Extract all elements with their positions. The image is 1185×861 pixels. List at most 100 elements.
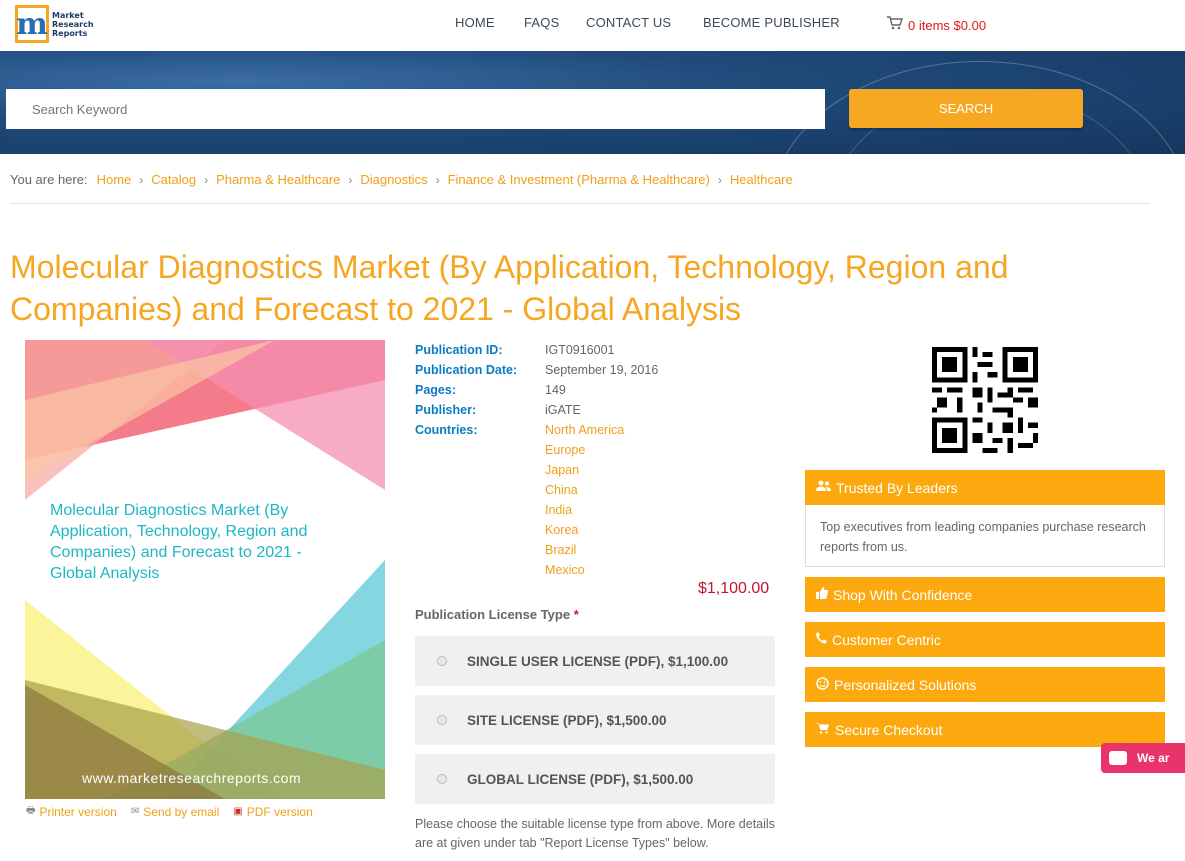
phone-icon [816, 632, 827, 647]
breadcrumb: You are here: Home › Catalog › Pharma & … [10, 172, 793, 187]
license-radio[interactable] [437, 656, 447, 666]
report-meta: Publication ID: IGT0916001 Publication D… [415, 343, 658, 583]
meta-publication-date: Publication Date: September 19, 2016 [415, 363, 658, 383]
panel-label: Trusted By Leaders [836, 479, 958, 496]
breadcrumb-healthcare[interactable]: Healthcare [730, 172, 793, 187]
report-actions: 🖶 Printer version ✉ Send by email ▣ PDF … [26, 803, 327, 820]
send-by-email-link[interactable]: ✉ Send by email [131, 803, 219, 820]
cart-icon [887, 16, 903, 34]
country-link[interactable]: Korea [545, 523, 624, 543]
meta-label: Publication ID: [415, 343, 503, 357]
meta-publisher: Publisher: iGATE [415, 403, 658, 423]
panel-customer-centric[interactable]: Customer Centric [805, 622, 1165, 657]
chevron-right-icon: › [435, 172, 440, 187]
license-radio[interactable] [437, 774, 447, 784]
chat-bubble-icon [1109, 751, 1127, 765]
trusted-by-leaders-body: Top executives from leading companies pu… [805, 505, 1165, 567]
breadcrumb-finance-investment[interactable]: Finance & Investment (Pharma & Healthcar… [448, 172, 710, 187]
thumbs-up-icon [816, 587, 829, 602]
breadcrumb-divider [10, 203, 1150, 204]
search-input[interactable] [6, 89, 825, 129]
cart-icon [816, 722, 830, 737]
printer-version-label: Printer version [39, 804, 117, 819]
pdf-icon: ▣ [233, 806, 243, 817]
license-option-site[interactable]: SITE LICENSE (PDF), $1,500.00 [415, 695, 775, 745]
license-option-global[interactable]: GLOBAL LICENSE (PDF), $1,500.00 [415, 754, 775, 804]
send-by-email-label: Send by email [143, 804, 220, 819]
site-logo[interactable]: m Market Research Reports [15, 4, 97, 44]
license-type-label: Publication License Type * [415, 607, 579, 622]
breadcrumb-prefix: You are here: [10, 172, 88, 187]
breadcrumb-catalog[interactable]: Catalog [151, 172, 196, 187]
meta-pages: Pages: 149 [415, 383, 658, 403]
nav-become-publisher[interactable]: BECOME PUBLISHER [703, 15, 840, 30]
meta-label: Pages: [415, 383, 456, 397]
breadcrumb-diagnostics[interactable]: Diagnostics [360, 172, 427, 187]
qr-code-graphic [932, 347, 1038, 453]
page-title: Molecular Diagnostics Market (By Applica… [10, 249, 1009, 327]
chat-label: We ar [1137, 751, 1170, 765]
country-link[interactable]: Europe [545, 443, 624, 463]
pdf-version-link[interactable]: ▣ PDF version [233, 803, 312, 820]
country-list: North America Europe Japan China India K… [545, 423, 624, 583]
cart-summary: 0 items $0.00 [908, 17, 987, 33]
report-price: $1,100.00 [698, 580, 770, 597]
license-radio[interactable] [437, 715, 447, 725]
breadcrumb-home[interactable]: Home [97, 172, 132, 187]
panel-trusted-by-leaders[interactable]: Trusted By Leaders [805, 470, 1165, 505]
printer-icon: 🖶 [26, 805, 36, 816]
search-button[interactable]: SEARCH [849, 89, 1083, 128]
email-icon: ✉ [130, 806, 140, 817]
printer-version-link[interactable]: 🖶 Printer version [26, 803, 117, 820]
license-option-label: SITE LICENSE (PDF), $1,500.00 [467, 712, 667, 728]
pdf-version-label: PDF version [246, 804, 313, 819]
panel-label: Shop With Confidence [833, 586, 973, 603]
logo-line-2: Research [52, 19, 94, 29]
cart-link[interactable]: 0 items $0.00 [887, 16, 986, 34]
nav-faqs[interactable]: FAQS [524, 15, 559, 30]
nav-contact-us[interactable]: CONTACT US [586, 15, 671, 30]
meta-value: September 19, 2016 [545, 363, 659, 377]
meta-label: Publisher: [415, 403, 477, 417]
breadcrumb-pharma-healthcare[interactable]: Pharma & Healthcare [216, 172, 340, 187]
panel-shop-with-confidence[interactable]: Shop With Confidence [805, 577, 1165, 612]
logo-text: Market Research Reports [52, 11, 94, 38]
country-link[interactable]: China [545, 483, 624, 503]
logo-mark: m [15, 5, 49, 43]
meta-publication-id: Publication ID: IGT0916001 [415, 343, 658, 363]
license-option-label: GLOBAL LICENSE (PDF), $1,500.00 [467, 771, 694, 787]
panel-label: Personalized Solutions [834, 676, 977, 693]
nav-home[interactable]: HOME [455, 15, 495, 30]
site-header: m Market Research Reports HOME FAQS CONT… [0, 0, 1185, 51]
logo-line-3: Reports [52, 28, 88, 38]
license-note: Please choose the suitable license type … [415, 817, 775, 850]
panel-personalized-solutions[interactable]: Personalized Solutions [805, 667, 1165, 702]
smile-icon [816, 676, 829, 693]
license-type-label-text: Publication License Type [415, 607, 571, 622]
country-link[interactable]: Mexico [545, 563, 624, 583]
logo-line-1: Market [52, 10, 84, 20]
country-link[interactable]: North America [545, 423, 624, 443]
country-link[interactable]: Japan [545, 463, 624, 483]
report-cover-image: Molecular Diagnostics Market (By Applica… [25, 340, 385, 799]
search-banner: SEARCH [0, 51, 1185, 154]
cover-title: Molecular Diagnostics Market (By Applica… [50, 502, 308, 582]
meta-value: iGATE [545, 403, 581, 417]
meta-label: Publication Date: [415, 363, 518, 377]
panel-label: Customer Centric [832, 631, 941, 648]
meta-value: 149 [545, 383, 566, 397]
chat-widget-button[interactable]: We ar [1101, 743, 1185, 773]
chevron-right-icon: › [348, 172, 353, 187]
chevron-right-icon: › [717, 172, 722, 187]
panel-secure-checkout[interactable]: Secure Checkout [805, 712, 1165, 747]
license-option-single-user[interactable]: SINGLE USER LICENSE (PDF), $1,100.00 [415, 636, 775, 686]
meta-countries: Countries: North America Europe Japan Ch… [415, 423, 658, 583]
cover-url: www.marketresearchreports.com [82, 770, 302, 786]
users-icon [816, 480, 831, 495]
meta-label: Countries: [415, 423, 478, 437]
qr-code [932, 347, 1038, 453]
country-link[interactable]: Brazil [545, 543, 624, 563]
country-link[interactable]: India [545, 503, 624, 523]
chevron-right-icon: › [139, 172, 144, 187]
license-option-label: SINGLE USER LICENSE (PDF), $1,100.00 [467, 653, 729, 669]
